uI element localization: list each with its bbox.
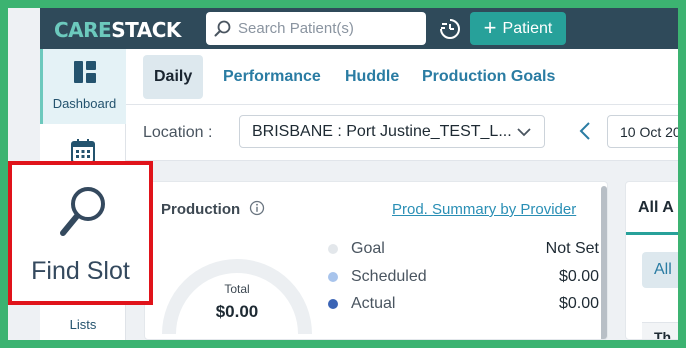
gauge-total-value: $0.00: [215, 302, 259, 321]
location-label: Location :: [143, 124, 213, 141]
gauge-total-label: Total: [224, 282, 250, 296]
tab-production-goals[interactable]: Production Goals: [411, 55, 566, 99]
legend-dot: [328, 244, 338, 254]
filter-bar: Location : BRISBANE : Port Justine_TEST_…: [126, 105, 678, 161]
sidebar-item-dashboard[interactable]: Dashboard: [40, 49, 126, 124]
legend-value: $0.00: [558, 268, 599, 285]
appointments-card: All A All Th: [625, 181, 678, 340]
plus-icon: +: [483, 14, 497, 40]
sidebar-item-lists[interactable]: Lists: [40, 317, 126, 332]
table-row: Th: [642, 322, 678, 339]
legend-label: Goal: [351, 240, 385, 257]
magnifier-icon: [60, 187, 105, 236]
legend-goal: Goal: [328, 240, 385, 258]
recent-history-icon[interactable]: [438, 17, 462, 41]
find-slot-label: Find Slot: [31, 257, 130, 285]
legend-dot: [328, 272, 338, 282]
scrollbar[interactable]: [601, 186, 607, 339]
legend-scheduled: Scheduled: [328, 268, 427, 286]
filter-all-button[interactable]: All: [642, 252, 678, 288]
info-icon[interactable]: [249, 200, 265, 216]
chevron-down-icon: [517, 128, 531, 137]
legend-value: $0.00: [558, 295, 599, 312]
calendar-icon: [71, 139, 95, 163]
legend-actual: Actual: [328, 295, 395, 313]
legend-label: Scheduled: [351, 268, 427, 285]
sidebar-item-label: Dashboard: [52, 96, 117, 111]
tab-performance[interactable]: Performance: [212, 55, 332, 99]
legend-label: Actual: [351, 295, 396, 312]
add-patient-label: Patient: [502, 19, 553, 37]
patient-search-input[interactable]: Search Patient(s): [206, 12, 426, 45]
active-tab-underline: [626, 232, 678, 235]
add-patient-button[interactable]: + Patient: [470, 12, 566, 45]
search-placeholder: Search Patient(s): [238, 20, 354, 37]
legend-dot: [328, 299, 338, 309]
carestack-logo[interactable]: CARESTACK: [54, 18, 181, 42]
prod-summary-link[interactable]: Prod. Summary by Provider: [392, 201, 576, 218]
production-card: Production Prod. Summary by Provider Tot…: [144, 181, 608, 340]
dashboard-tabs: Daily Performance Huddle Production Goal…: [126, 49, 678, 105]
top-header: CARESTACK Search Patient(s) + Patient: [40, 8, 678, 49]
production-title: Production: [161, 201, 241, 218]
chevron-left-icon[interactable]: [578, 121, 592, 141]
dashboard-icon: [74, 61, 96, 83]
search-icon: [214, 20, 231, 36]
app-window: CARESTACK Search Patient(s) + Patient Da…: [8, 8, 678, 340]
date-picker[interactable]: 10 Oct 20: [607, 115, 678, 148]
legend-value: Not Set: [545, 240, 599, 257]
tab-daily[interactable]: Daily: [143, 55, 204, 99]
tab-huddle[interactable]: Huddle: [334, 55, 410, 99]
sidebar-item-find-slot[interactable]: Find Slot: [8, 161, 153, 305]
tab-all-appointments[interactable]: All A: [638, 199, 674, 217]
location-value: BRISBANE : Port Justine_TEST_L...: [252, 122, 512, 140]
location-select[interactable]: BRISBANE : Port Justine_TEST_L...: [239, 115, 545, 148]
